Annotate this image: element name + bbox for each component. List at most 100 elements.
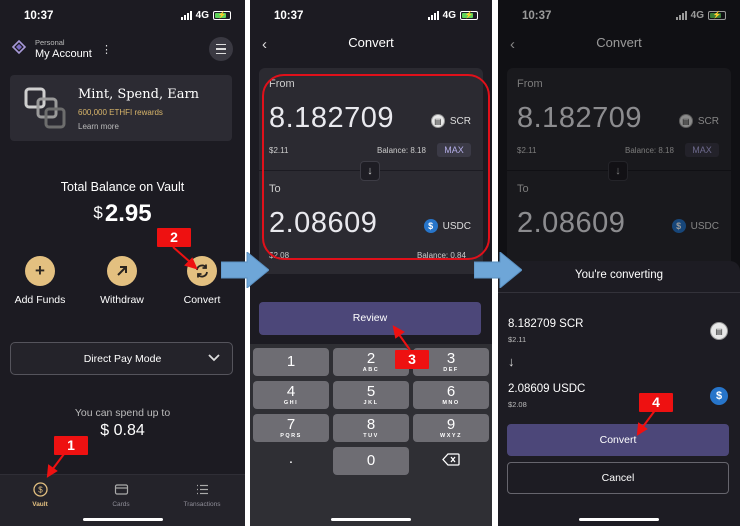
account-more-icon[interactable]: ⋮: [101, 43, 112, 56]
key-letters: JKL: [363, 400, 379, 406]
key-digit: 8: [366, 416, 376, 433]
review-button[interactable]: Review: [259, 302, 481, 335]
scr-token-icon: ▤: [710, 322, 728, 340]
step-badge-4: 4: [639, 393, 673, 412]
convert-label[interactable]: Convert: [167, 294, 237, 306]
withdraw-label[interactable]: Withdraw: [87, 294, 157, 306]
tab-bar: $ Vault Cards Transactions: [0, 474, 245, 526]
page-title: Convert: [348, 35, 394, 50]
total-balance-number: 2.95: [104, 200, 152, 227]
battery-icon: ⚡: [213, 11, 231, 20]
key-digit: 5: [366, 383, 376, 400]
status-time: 10:37: [274, 10, 304, 22]
tab-transactions[interactable]: Transactions: [172, 482, 232, 508]
confirm-screen: 10:37 4G ⚡ ‹ Convert From 8.182709 ▤ SCR…: [498, 0, 740, 526]
add-funds-button[interactable]: +: [25, 256, 55, 286]
key-digit: 0: [366, 452, 376, 469]
add-funds-label[interactable]: Add Funds: [5, 294, 75, 306]
numeric-keypad: 1 2 ABC 3 DEF 4 GHI 5 JKL 6 MNO 7 PQRS 8 TUV 9W…: [250, 344, 492, 526]
promo-title: Mint, Spend, Earn: [78, 87, 200, 102]
flow-arrow-right-icon: [474, 252, 522, 288]
step-badge-3: 3: [395, 350, 429, 369]
vault-coin-icon: $: [32, 482, 48, 497]
sheet-title: You're converting: [574, 269, 664, 281]
convert-confirm-button[interactable]: Convert: [507, 424, 729, 456]
status-indicators: 4G ⚡: [180, 10, 231, 21]
network-label: 4G: [195, 10, 209, 21]
convert-button[interactable]: [187, 256, 217, 286]
key-6[interactable]: 6 MNO: [413, 381, 489, 409]
pay-mode-dropdown[interactable]: Direct Pay Mode: [10, 342, 233, 375]
convert-cycle-icon: [196, 264, 208, 278]
status-indicators: 4G ⚡: [427, 10, 478, 21]
key-letters: WXYZ: [440, 433, 462, 439]
key-decimal[interactable]: .: [253, 447, 329, 475]
key-4[interactable]: 4 GHI: [253, 381, 329, 409]
key-0[interactable]: 0: [333, 447, 409, 475]
plus-icon: +: [35, 261, 45, 280]
tab-vault-label: Vault: [32, 501, 48, 508]
account-logo-icon[interactable]: [10, 38, 28, 56]
signal-icon: [180, 11, 192, 20]
home-indicator: [82, 518, 163, 521]
step-badge-1: 1: [54, 436, 88, 455]
sheet-divider: [498, 292, 740, 293]
confirm-to-usd: $2.08: [508, 400, 527, 409]
card-icon: [114, 484, 128, 495]
total-balance-value: $2.95: [0, 200, 245, 228]
key-5[interactable]: 5 JKL: [333, 381, 409, 409]
tab-vault[interactable]: $ Vault: [10, 482, 70, 508]
key-digit: 9: [446, 416, 456, 433]
pay-mode-value: Direct Pay Mode: [83, 353, 162, 365]
signal-icon: [427, 11, 439, 20]
tab-transactions-label: Transactions: [183, 501, 221, 508]
total-balance-label: Total Balance on Vault: [60, 180, 185, 194]
account-name[interactable]: My Account: [35, 48, 92, 60]
confirm-from-amount: 8.182709 SCR: [508, 318, 584, 330]
key-digit: 7: [286, 416, 296, 433]
spend-limit-value: $ 0.84: [100, 422, 145, 439]
currency-symbol: $: [93, 203, 103, 222]
key-8[interactable]: 8 TUV: [333, 414, 409, 442]
confirm-from-usd: $2.11: [508, 335, 527, 344]
tab-cards[interactable]: Cards: [91, 482, 151, 508]
promo-banner[interactable]: Mint, Spend, Earn 600,000 ETHFI rewards …: [10, 75, 232, 141]
learn-more-link[interactable]: Learn more: [78, 122, 119, 131]
key-letters: GHI: [283, 400, 299, 406]
cancel-button[interactable]: Cancel: [507, 462, 729, 494]
withdraw-button[interactable]: [107, 256, 137, 286]
battery-icon: ⚡: [460, 11, 478, 20]
key-letters: MNO: [442, 400, 460, 406]
arrow-down-icon: ↓: [508, 354, 515, 369]
convert-screen: 10:37 4G ⚡ ‹ Convert From 8.182709 ▤ SCR…: [250, 0, 492, 526]
key-7[interactable]: 7 PQRS: [253, 414, 329, 442]
spend-limit-label: You can spend up to: [74, 407, 171, 419]
promo-subtitle: 600,000 ETHFI rewards: [78, 108, 163, 117]
menu-button[interactable]: [209, 37, 233, 61]
key-9[interactable]: 9 WXYZ: [413, 414, 489, 442]
backspace-icon: [442, 453, 460, 466]
highlight-ring: [262, 74, 490, 260]
step-badge-2: 2: [157, 228, 191, 247]
status-time: 10:37: [24, 10, 54, 22]
confirm-to-amount: 2.08609 USDC: [508, 383, 586, 395]
key-digit: 1: [286, 353, 296, 370]
flow-arrow-right-icon: [221, 252, 269, 288]
key-1[interactable]: 1: [253, 348, 329, 376]
key-digit: 6: [446, 383, 456, 400]
confirm-sheet: You're converting 8.182709 SCR $2.11 ▤ ↓…: [498, 261, 740, 526]
list-icon: [196, 484, 208, 495]
vault-screen: 10:37 4G ⚡ Personal My Account ⋮ Mint, S…: [0, 0, 245, 526]
svg-text:$: $: [38, 486, 43, 495]
arrow-up-right-icon: [117, 266, 127, 276]
usdc-token-icon: $: [710, 387, 728, 405]
key-backspace[interactable]: [413, 450, 489, 478]
home-indicator: [331, 518, 411, 521]
key-letters: TUV: [363, 433, 379, 439]
key-digit: 4: [286, 383, 296, 400]
home-indicator: [579, 518, 659, 521]
network-label: 4G: [442, 10, 456, 21]
promo-chain-icon: [24, 87, 66, 129]
account-type-label: Personal: [35, 38, 65, 47]
key-letters: PQRS: [280, 433, 302, 439]
